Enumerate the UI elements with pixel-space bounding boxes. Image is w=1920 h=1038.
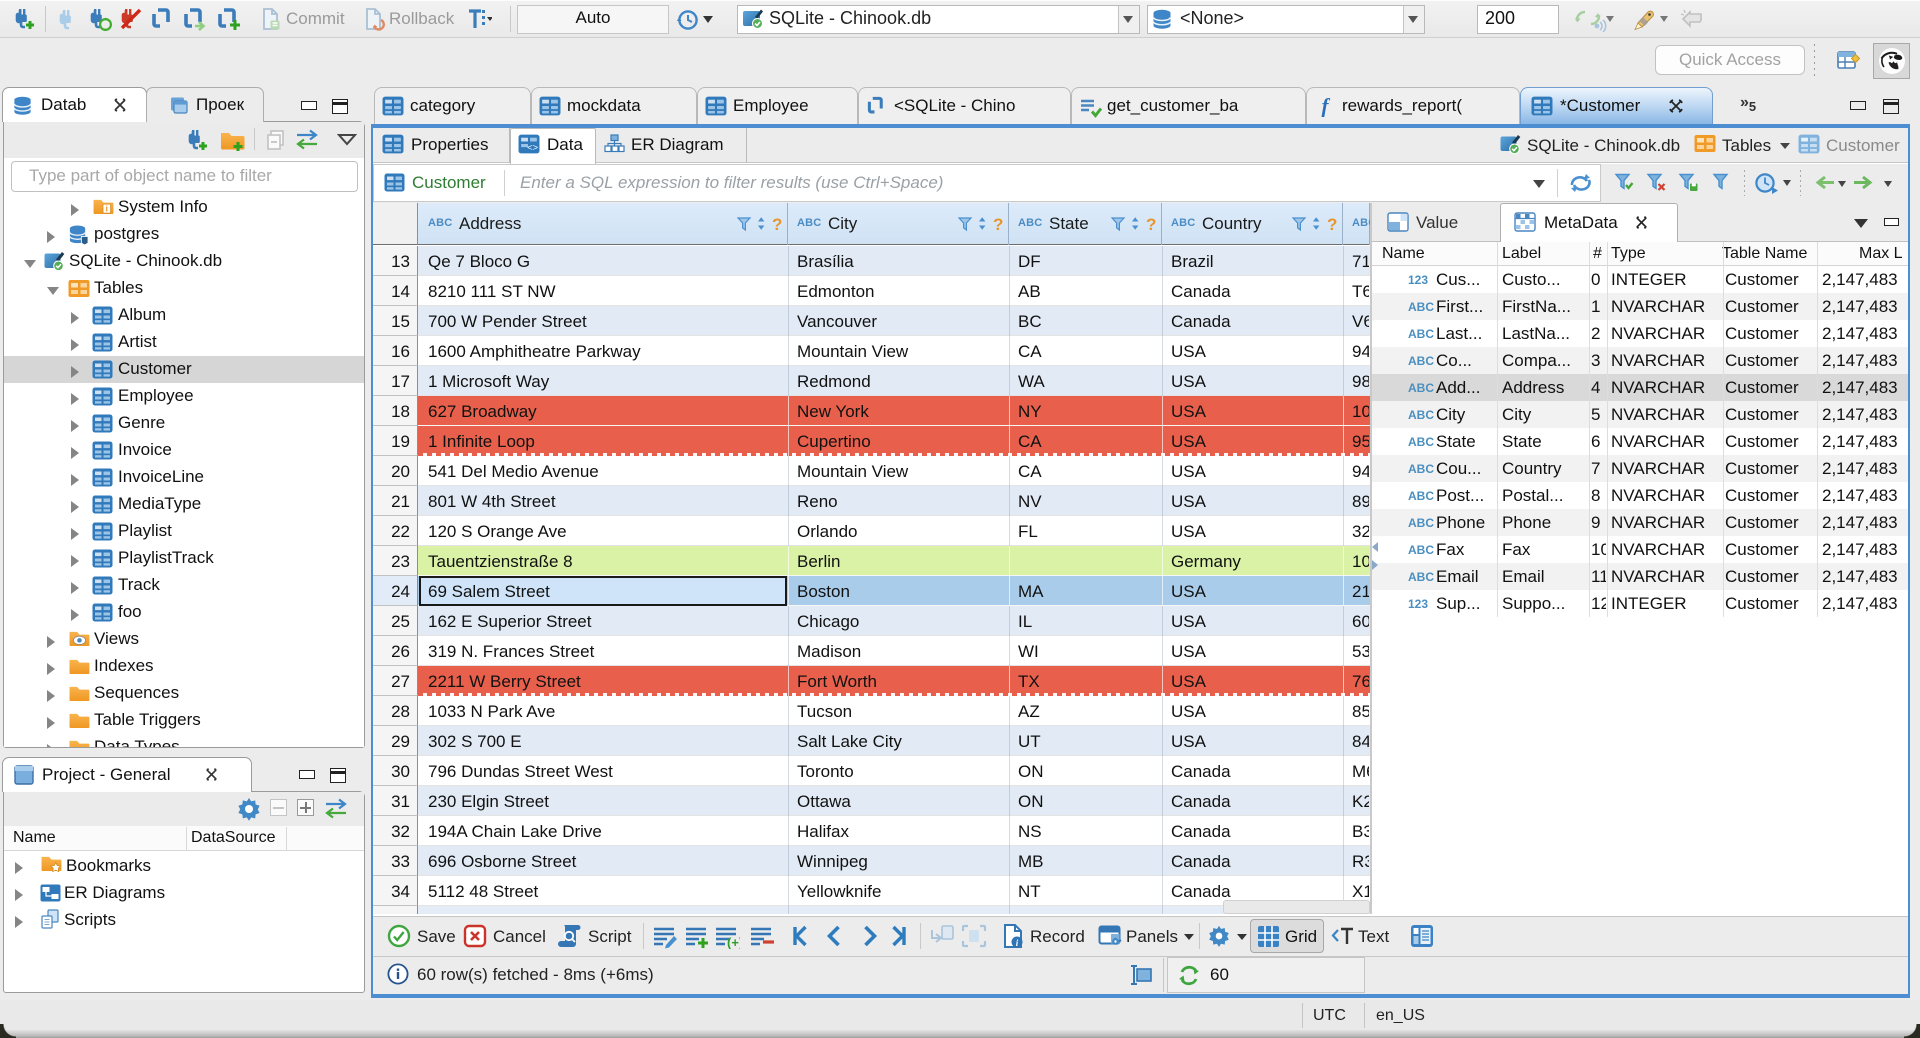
svg-text:?: ? — [1146, 215, 1156, 233]
svg-text:i: i — [106, 205, 108, 214]
svg-text:<>: <> — [527, 141, 538, 152]
svg-text:?: ? — [993, 215, 1003, 233]
svg-text:f: f — [1322, 95, 1331, 117]
svg-text:?: ? — [772, 215, 782, 233]
svg-text:(+): (+) — [727, 935, 740, 949]
svg-text:?: ? — [1327, 215, 1337, 233]
